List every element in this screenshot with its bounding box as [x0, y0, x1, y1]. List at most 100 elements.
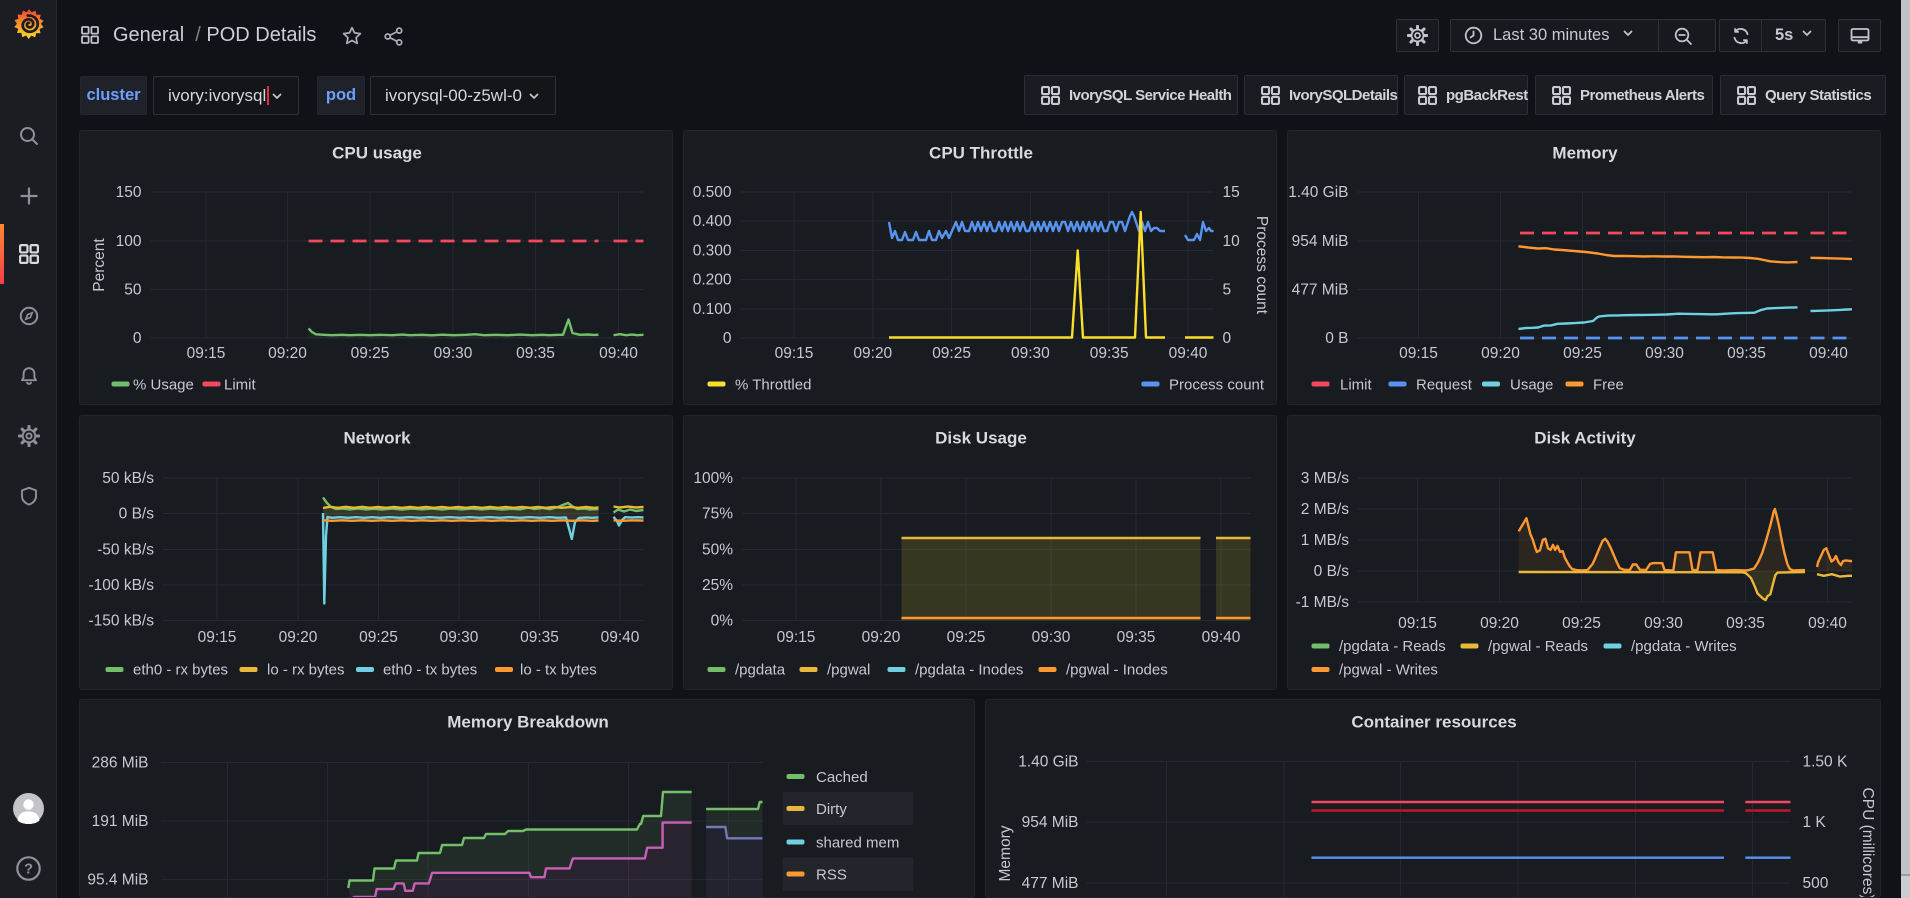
svg-text:09:20: 09:20 — [853, 345, 892, 362]
svg-text:09:40: 09:40 — [1202, 629, 1241, 646]
svg-text:477 MiB: 477 MiB — [1022, 875, 1079, 892]
svg-text:09:20: 09:20 — [279, 629, 318, 646]
svg-text:0.500: 0.500 — [693, 184, 732, 201]
svg-text:Dirty: Dirty — [816, 801, 847, 818]
svg-text:50%: 50% — [702, 542, 733, 559]
svg-text:75%: 75% — [702, 506, 733, 523]
svg-text:/pgwal - Reads: /pgwal - Reads — [1488, 638, 1588, 655]
svg-text:150: 150 — [116, 184, 142, 201]
svg-text:Limit: Limit — [1340, 377, 1373, 394]
svg-text:0 B: 0 B — [1325, 330, 1348, 347]
svg-text:477 MiB: 477 MiB — [1292, 282, 1349, 299]
svg-text:191 MiB: 191 MiB — [92, 813, 149, 830]
svg-text:Process count: Process count — [1169, 377, 1265, 394]
svg-text:shared mem: shared mem — [816, 835, 899, 852]
svg-text:3 MB/s: 3 MB/s — [1301, 470, 1349, 487]
svg-text:50 kB/s: 50 kB/s — [102, 470, 154, 487]
svg-text:/pgdata: /pgdata — [735, 662, 786, 679]
svg-text:100: 100 — [116, 233, 142, 250]
svg-text:% Usage: % Usage — [133, 377, 194, 394]
svg-text:09:25: 09:25 — [1562, 615, 1601, 632]
svg-text:0 B/s: 0 B/s — [119, 506, 155, 523]
svg-text:09:35: 09:35 — [520, 629, 559, 646]
svg-text:1 MB/s: 1 MB/s — [1301, 532, 1349, 549]
svg-text:0: 0 — [723, 330, 732, 347]
svg-text:lo - rx bytes: lo - rx bytes — [267, 662, 345, 679]
svg-text:/pgwal - Writes: /pgwal - Writes — [1339, 662, 1438, 679]
svg-text:-150 kB/s: -150 kB/s — [89, 613, 155, 630]
svg-text:Free: Free — [1593, 377, 1624, 394]
svg-text:09:30: 09:30 — [1644, 615, 1683, 632]
svg-text:09:35: 09:35 — [1727, 345, 1766, 362]
svg-text:09:25: 09:25 — [351, 345, 390, 362]
svg-text:09:40: 09:40 — [599, 345, 638, 362]
svg-text:1 K: 1 K — [1803, 814, 1827, 831]
svg-text:15: 15 — [1223, 184, 1240, 201]
svg-text:09:30: 09:30 — [1011, 345, 1050, 362]
svg-text:0.100: 0.100 — [693, 301, 732, 318]
svg-text:09:30: 09:30 — [440, 629, 479, 646]
svg-text:09:35: 09:35 — [1726, 615, 1765, 632]
svg-text:954 MiB: 954 MiB — [1022, 814, 1079, 831]
svg-text:Memory Breakdown: Memory Breakdown — [447, 713, 609, 732]
svg-text:100%: 100% — [693, 470, 733, 487]
svg-text:CPU usage: CPU usage — [332, 144, 422, 163]
svg-text:eth0 - tx bytes: eth0 - tx bytes — [383, 662, 477, 679]
svg-text:Process count: Process count — [1253, 216, 1270, 315]
svg-text:CPU (millicores): CPU (millicores) — [1859, 788, 1876, 898]
svg-text:0.400: 0.400 — [693, 213, 732, 230]
svg-text:RSS: RSS — [816, 867, 847, 884]
svg-text:09:35: 09:35 — [516, 345, 555, 362]
svg-text:09:35: 09:35 — [1090, 345, 1129, 362]
svg-text:09:15: 09:15 — [198, 629, 237, 646]
svg-text:lo - tx bytes: lo - tx bytes — [520, 662, 597, 679]
svg-text:Limit: Limit — [224, 377, 257, 394]
svg-text:09:15: 09:15 — [1398, 615, 1437, 632]
svg-text:1.40 GiB: 1.40 GiB — [1288, 184, 1348, 201]
svg-text:Percent: Percent — [91, 238, 108, 292]
svg-text:09:25: 09:25 — [359, 629, 398, 646]
svg-text:0.200: 0.200 — [693, 272, 732, 289]
svg-text:09:30: 09:30 — [1645, 345, 1684, 362]
svg-text:Disk Activity: Disk Activity — [1534, 429, 1636, 448]
svg-text:0%: 0% — [711, 613, 734, 630]
svg-text:% Throttled: % Throttled — [735, 377, 811, 394]
svg-text:286 MiB: 286 MiB — [92, 755, 149, 772]
svg-text:eth0 - rx bytes: eth0 - rx bytes — [133, 662, 228, 679]
svg-text:Network: Network — [343, 429, 411, 448]
svg-text:09:30: 09:30 — [1032, 629, 1071, 646]
svg-text:09:40: 09:40 — [1169, 345, 1208, 362]
svg-text:09:35: 09:35 — [1117, 629, 1156, 646]
svg-text:/pgdata - Reads: /pgdata - Reads — [1339, 638, 1446, 655]
svg-text:09:15: 09:15 — [187, 345, 226, 362]
svg-text:-50 kB/s: -50 kB/s — [97, 542, 154, 559]
svg-text:/pgwal: /pgwal — [827, 662, 870, 679]
svg-text:0.300: 0.300 — [693, 242, 732, 259]
svg-text:09:30: 09:30 — [434, 345, 473, 362]
svg-text:95.4 MiB: 95.4 MiB — [87, 872, 148, 889]
svg-text:0: 0 — [133, 330, 142, 347]
svg-text:50: 50 — [124, 282, 142, 299]
svg-text:Disk Usage: Disk Usage — [935, 429, 1027, 448]
svg-text:CPU Throttle: CPU Throttle — [929, 144, 1033, 163]
svg-text:09:25: 09:25 — [1563, 345, 1602, 362]
svg-text:2 MB/s: 2 MB/s — [1301, 501, 1349, 518]
svg-text:Container resources: Container resources — [1351, 713, 1516, 732]
svg-text:Memory: Memory — [997, 825, 1014, 881]
svg-text:09:40: 09:40 — [601, 629, 640, 646]
svg-text:/pgdata - Inodes: /pgdata - Inodes — [915, 662, 1023, 679]
svg-text:-100 kB/s: -100 kB/s — [89, 577, 155, 594]
svg-text:500: 500 — [1803, 875, 1829, 892]
svg-text:5: 5 — [1223, 282, 1232, 299]
svg-text:09:20: 09:20 — [268, 345, 307, 362]
svg-text:/pgdata - Writes: /pgdata - Writes — [1631, 638, 1737, 655]
svg-text:25%: 25% — [702, 577, 733, 594]
svg-text:Cached: Cached — [816, 769, 868, 786]
svg-text:09:20: 09:20 — [1481, 345, 1520, 362]
svg-text:954 MiB: 954 MiB — [1292, 233, 1349, 250]
svg-text:?: ? — [24, 862, 33, 878]
svg-text:0: 0 — [1223, 330, 1232, 347]
svg-text:09:15: 09:15 — [775, 345, 814, 362]
svg-text:09:25: 09:25 — [932, 345, 971, 362]
svg-text:10: 10 — [1223, 233, 1241, 250]
